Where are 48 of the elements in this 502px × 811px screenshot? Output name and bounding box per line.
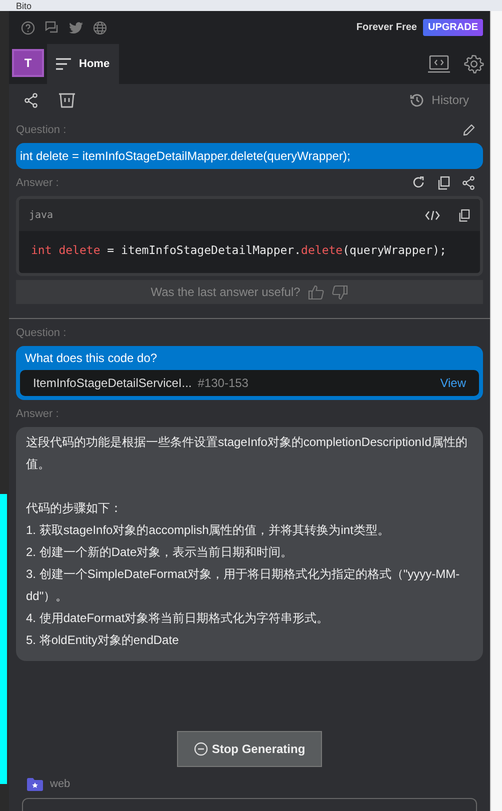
context-label: web bbox=[50, 778, 70, 790]
menu-icon bbox=[56, 58, 71, 70]
help-icon[interactable] bbox=[21, 20, 35, 34]
code-line: int delete = itemInfoStageDetailMapper.delete(queryWrapper); bbox=[30, 242, 448, 259]
share-icon[interactable] bbox=[24, 92, 38, 108]
answer-step: 4. 使用dateFormat对象将当前日期格式化为字符串形式。 bbox=[26, 607, 473, 629]
edit-icon[interactable] bbox=[463, 124, 475, 136]
question-bubble: int delete = itemInfoStageDetailMapper.delete(queryWrapper); bbox=[16, 143, 483, 169]
file-name: ItemInfoStageDetailServiceI... bbox=[33, 376, 192, 390]
chat-icon[interactable] bbox=[45, 20, 59, 34]
answer-paragraph: 代码的步骤如下： bbox=[26, 500, 123, 517]
folder-star-icon bbox=[27, 778, 43, 790]
thumbs-down-icon[interactable] bbox=[332, 284, 348, 300]
share-icon[interactable] bbox=[462, 176, 475, 190]
history-button[interactable]: History bbox=[404, 92, 475, 108]
question-label: Question : bbox=[16, 326, 66, 338]
window-title: Bito bbox=[16, 2, 32, 11]
answer-step: 3. 创建一个SimpleDateFormat对象，用于将日期格式化为指定的格式（"yyyy-MM-dd"）。 bbox=[26, 563, 473, 607]
refresh-icon[interactable] bbox=[412, 176, 425, 188]
settings-icon[interactable] bbox=[464, 54, 484, 74]
answer-step: 2. 创建一个新的Date对象，表示当前日期和时间。 bbox=[26, 541, 473, 563]
answer-paragraph: 这段代码的功能是根据一些条件设置stageInfo对象的completionDescriptionId属性的值。 bbox=[26, 434, 468, 473]
question-label: Question : bbox=[16, 124, 66, 136]
answer-step: 1. 获取stageInfo对象的accomplish属性的值，并将其转换为int类型。 bbox=[26, 519, 473, 541]
home-tab[interactable]: Home bbox=[47, 44, 119, 84]
globe-icon[interactable] bbox=[93, 20, 107, 34]
view-link[interactable]: View bbox=[440, 376, 466, 390]
history-icon bbox=[410, 93, 424, 107]
answer-label: Answer : bbox=[16, 408, 59, 420]
thumbs-up-icon[interactable] bbox=[308, 284, 324, 300]
plan-label: Forever Free bbox=[356, 22, 417, 33]
input-field[interactable] bbox=[22, 798, 477, 811]
question-text: What does this code do? bbox=[24, 351, 158, 365]
feedback-question: Was the last answer useful? bbox=[150, 285, 300, 299]
copy-icon[interactable] bbox=[458, 208, 470, 222]
answer-step: 5. 将oldEntity对象的endDate bbox=[26, 629, 473, 651]
code-window-icon[interactable] bbox=[428, 55, 450, 73]
copy-icon[interactable] bbox=[437, 176, 450, 190]
trash-icon[interactable] bbox=[58, 92, 76, 108]
line-range: #130-153 bbox=[198, 376, 248, 390]
avatar[interactable]: T bbox=[12, 49, 44, 77]
stop-generating-button[interactable]: Stop Generating bbox=[176, 731, 322, 767]
answer-label: Answer : bbox=[16, 176, 59, 188]
stop-icon bbox=[194, 742, 208, 756]
code-icon[interactable] bbox=[425, 210, 440, 220]
upgrade-button[interactable]: UPGRADE bbox=[422, 19, 483, 36]
language-label: java bbox=[29, 210, 54, 220]
bird-icon[interactable] bbox=[69, 22, 83, 34]
